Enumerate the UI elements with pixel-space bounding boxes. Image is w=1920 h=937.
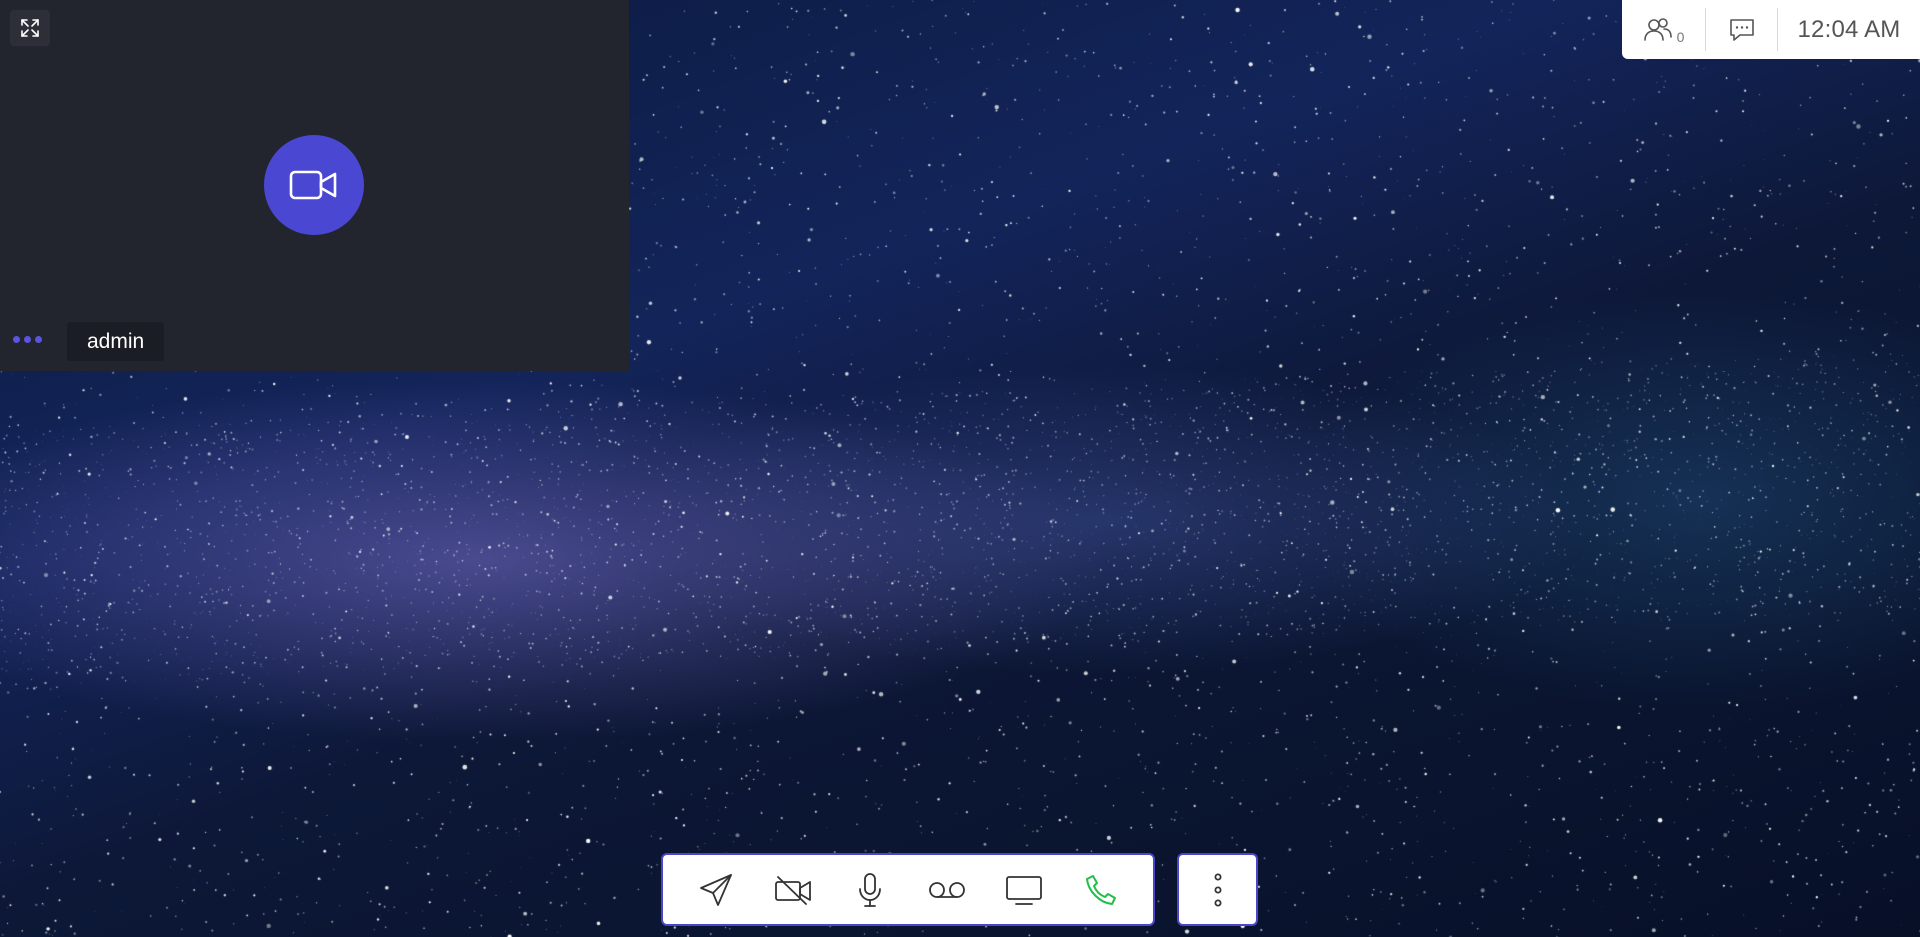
participants-icon [1643, 17, 1672, 41]
phone-icon [1085, 874, 1116, 905]
microphone-icon [858, 872, 881, 907]
expand-button[interactable] [10, 10, 50, 46]
send-button[interactable] [688, 862, 744, 918]
participant-count: 0 [1676, 28, 1685, 45]
self-view-tile: admin [0, 0, 629, 371]
voicemail-icon [928, 881, 965, 898]
video-camera-icon [289, 170, 337, 200]
participant-name-tag: admin [67, 322, 165, 361]
voicemail-button[interactable] [919, 862, 975, 918]
chat-button[interactable] [1705, 8, 1778, 51]
call-button[interactable] [1073, 862, 1129, 918]
camera-toggle-button[interactable] [765, 862, 821, 918]
screen-share-button[interactable] [996, 862, 1052, 918]
chat-bubble-icon [1729, 18, 1754, 41]
info-bar: 0 12:04 AM [1622, 0, 1920, 59]
clock: 12:04 AM [1778, 8, 1920, 51]
send-arrow-icon [699, 873, 732, 906]
call-toolbar [661, 853, 1155, 926]
microphone-button[interactable] [842, 862, 898, 918]
video-off-icon [774, 875, 811, 905]
speaking-indicator [13, 336, 42, 343]
more-options-button[interactable] [1177, 853, 1258, 926]
camera-placeholder-avatar [264, 135, 364, 235]
expand-arrows-icon [21, 19, 39, 37]
monitor-icon [1005, 875, 1042, 905]
clock-time: 12:04 AM [1797, 15, 1901, 43]
call-stage: admin 0 12:04 AM [0, 0, 1920, 937]
participants-button[interactable]: 0 [1622, 8, 1705, 51]
more-vertical-icon [1214, 873, 1221, 906]
